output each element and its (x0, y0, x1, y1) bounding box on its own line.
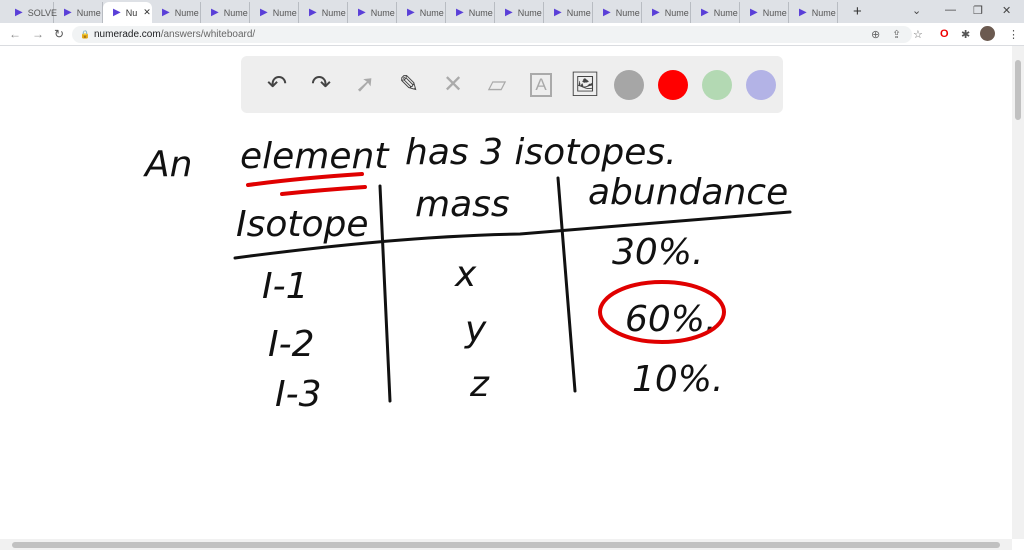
opera-icon[interactable]: O (940, 28, 949, 40)
tab-label: Nume (615, 7, 640, 18)
numerade-favicon-icon: ▶ (603, 7, 611, 18)
numerade-favicon-icon: ▶ (64, 7, 72, 18)
tab-label: Nume (762, 7, 787, 18)
row1-abundance: 30%. (612, 232, 703, 273)
tab-label: Nume (321, 7, 346, 18)
tab[interactable]: ▶ Nume (397, 2, 446, 23)
share-icon[interactable]: ⇪ (892, 28, 901, 41)
row2-isotope: I-2 (268, 324, 315, 365)
tab[interactable]: ▶ Nume (593, 2, 642, 23)
reload-icon[interactable]: ↻ (54, 27, 64, 41)
tab-label: Nume (370, 7, 395, 18)
numerade-favicon-icon: ▶ (407, 7, 415, 18)
row2-mass: y (464, 309, 487, 350)
row1-isotope: I-1 (262, 266, 309, 307)
address-bar-row: ← → ↻ 🔒 numerade.com/answers/whiteboard/… (0, 23, 1024, 46)
row3-mass: z (469, 364, 490, 405)
numerade-favicon-icon: ▶ (750, 7, 758, 18)
numerade-favicon-icon: ▶ (554, 7, 562, 18)
numerade-favicon-icon: ▶ (701, 7, 709, 18)
tab-label: Nume (713, 7, 738, 18)
tab[interactable]: ▶ Nume (544, 2, 593, 23)
forward-icon[interactable]: → (32, 27, 44, 41)
tab-label: Nume (517, 7, 542, 18)
numerade-favicon-icon: ▶ (260, 7, 268, 18)
tab-label: Nume (664, 7, 689, 18)
tab-label: Nume (419, 7, 444, 18)
url-input[interactable]: 🔒 numerade.com/answers/whiteboard/ (72, 26, 912, 43)
numerade-favicon-icon: ▶ (211, 7, 219, 18)
tab-label: Nu (125, 7, 138, 18)
numerade-favicon-icon: ▶ (652, 7, 660, 18)
tab[interactable]: ▶ Nume (152, 2, 201, 23)
back-icon[interactable]: ← (9, 27, 21, 41)
tab-label: Nume (566, 7, 591, 18)
table-divider-2 (556, 176, 577, 393)
tab-label: Nume (811, 7, 836, 18)
vertical-scrollbar[interactable] (1012, 46, 1024, 539)
minimize-button[interactable]: — (945, 4, 956, 16)
tab-search-icon[interactable]: ⌄ (912, 4, 921, 17)
numerade-favicon-icon: ▶ (799, 7, 807, 18)
numerade-favicon-icon: ▶ (358, 7, 366, 18)
url-path: /answers/whiteboard/ (160, 29, 256, 40)
horizontal-scrollbar[interactable] (0, 539, 1012, 550)
bookmark-star-icon[interactable]: ☆ (913, 28, 923, 41)
tab[interactable]: ▶ Nume (691, 2, 740, 23)
numerade-favicon-icon: ▶ (505, 7, 513, 18)
tab-label: Nume (223, 7, 248, 18)
header-isotope: Isotope (236, 204, 369, 245)
tab[interactable]: ▶ Nume (642, 2, 691, 23)
tab-label: Nume (174, 7, 199, 18)
avatar[interactable] (980, 26, 995, 41)
tab[interactable]: ▶ Nume (740, 2, 789, 23)
new-tab-button[interactable]: + (853, 3, 862, 20)
handwriting: An element has 3 isotopes. Isotope mass … (143, 132, 792, 415)
heading-rest: has 3 isotopes. (405, 132, 677, 173)
numerade-favicon-icon: ▶ (15, 7, 23, 18)
tab[interactable]: ▶ Nume (250, 2, 299, 23)
lock-icon: 🔒 (80, 30, 90, 39)
tab[interactable]: ▶ Nume (495, 2, 544, 23)
numerade-favicon-icon: ▶ (113, 7, 121, 18)
tab-label: SOLVE (27, 7, 58, 18)
tab-label: Nume (468, 7, 493, 18)
heading-element: element (240, 136, 390, 177)
close-window-button[interactable]: ✕ (1002, 4, 1011, 17)
menu-icon[interactable]: ⋮ (1008, 28, 1019, 41)
tab[interactable]: ▶ Nume (789, 2, 838, 23)
table-divider-1 (378, 184, 392, 403)
tab[interactable]: ▶ Nume (299, 2, 348, 23)
header-abundance: abundance (588, 172, 788, 213)
tab[interactable]: ▶ Nu ✕ (103, 2, 152, 23)
url-host: numerade.com (94, 29, 161, 40)
tab[interactable]: ▶ Nume (446, 2, 495, 23)
row1-mass: x (454, 254, 477, 295)
header-mass: mass (415, 184, 510, 225)
numerade-favicon-icon: ▶ (456, 7, 464, 18)
zoom-icon[interactable]: ⊕ (871, 28, 880, 41)
underline-2 (280, 185, 367, 196)
numerade-favicon-icon: ▶ (309, 7, 317, 18)
tab[interactable]: ▶ Nume (201, 2, 250, 23)
heading-an: An (143, 144, 192, 185)
tab[interactable]: ▶ Nume (348, 2, 397, 23)
maximize-button[interactable]: ❐ (973, 4, 983, 17)
tab-label: Nume (76, 7, 101, 18)
tab[interactable]: ▶ Nume (54, 2, 103, 23)
tab-bar: ▶ SOLVE ▶ Nume ▶ Nu ✕ ▶ Nume ▶ Nume ▶ Nume ▶ Nume ▶ Nume… (0, 0, 1024, 23)
row3-isotope: I-3 (275, 374, 322, 415)
close-tab-icon[interactable]: ✕ (143, 7, 151, 18)
tab-label: Nume (272, 7, 297, 18)
row3-abundance: 10%. (632, 359, 723, 400)
extensions-icon[interactable]: ✱ (961, 28, 970, 41)
tab[interactable]: ▶ SOLVE (5, 2, 58, 23)
numerade-favicon-icon: ▶ (162, 7, 170, 18)
whiteboard-canvas[interactable]: ↶ ↷ ➚ ✎ ✕ ▱ A 🖼 An element has 3 isotope… (0, 46, 1012, 539)
